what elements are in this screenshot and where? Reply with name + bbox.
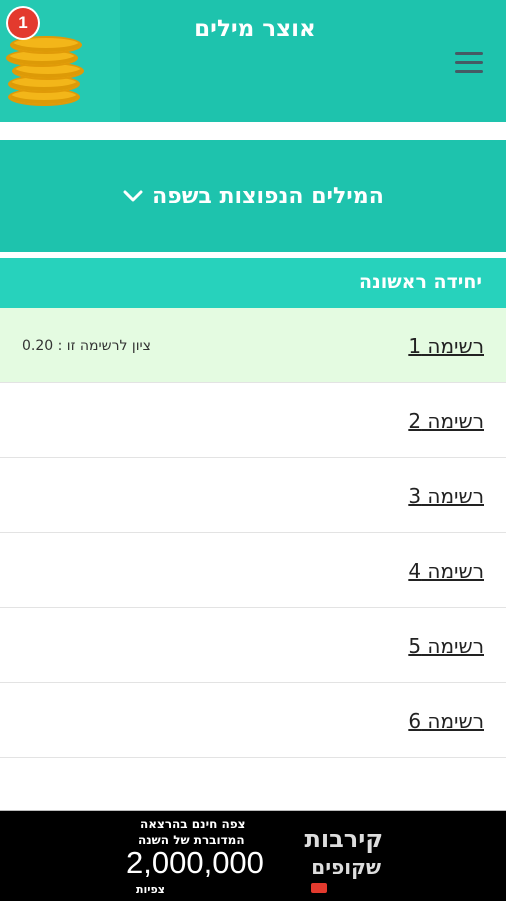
ad-logo-title: קירבות xyxy=(304,825,383,853)
ad-views-label: צפיות xyxy=(136,883,165,896)
ad-banner[interactable]: צפה חינם בהרצאה המדוברת של השנה 2,000,00… xyxy=(0,810,506,901)
list-score: ציון לרשימה זו : 0.20 xyxy=(22,338,151,354)
section-title: המילים הנפוצות בשפה xyxy=(152,183,384,209)
ad-logo-subtitle: שקופים xyxy=(311,855,381,879)
top-app-bar: 1 אוצר מילים xyxy=(0,0,506,122)
section-dropdown[interactable]: המילים הנפוצות בשפה xyxy=(0,140,506,252)
youtube-icon xyxy=(311,883,327,893)
list-item: רשימה 3 xyxy=(0,458,506,533)
list-link-5[interactable]: רשימה 5 xyxy=(408,634,484,658)
list-item: רשימה 2 xyxy=(0,383,506,458)
ad-views-count: 2,000,000 xyxy=(126,845,264,880)
app-title: אוצר מילים xyxy=(194,16,316,42)
list-link-3[interactable]: רשימה 3 xyxy=(408,484,484,508)
hamburger-menu-icon[interactable] xyxy=(455,50,485,76)
list-item: רשימה 4 xyxy=(0,533,506,608)
list-link-4[interactable]: רשימה 4 xyxy=(408,559,484,583)
list-link-6[interactable]: רשימה 6 xyxy=(408,709,484,733)
list-item: רשימה 5 xyxy=(0,608,506,683)
ad-line-1: צפה חינם בהרצאה xyxy=(140,817,246,831)
word-lists: רשימה 1 ציון לרשימה זו : 0.20 רשימה 2 רש… xyxy=(0,308,506,758)
list-item: רשימה 1 ציון לרשימה זו : 0.20 xyxy=(0,308,506,383)
unit-header: יחידה ראשונה xyxy=(0,258,506,308)
coins-button[interactable]: 1 xyxy=(0,0,120,122)
ad-logo: קירבות שקופים xyxy=(283,821,383,896)
chevron-down-icon xyxy=(123,190,143,202)
coins-count-badge: 1 xyxy=(8,8,38,38)
list-link-2[interactable]: רשימה 2 xyxy=(408,409,484,433)
list-item: רשימה 6 xyxy=(0,683,506,758)
unit-title: יחידה ראשונה xyxy=(359,271,482,293)
header-spacer xyxy=(0,122,506,140)
list-link-1[interactable]: רשימה 1 xyxy=(408,334,484,358)
